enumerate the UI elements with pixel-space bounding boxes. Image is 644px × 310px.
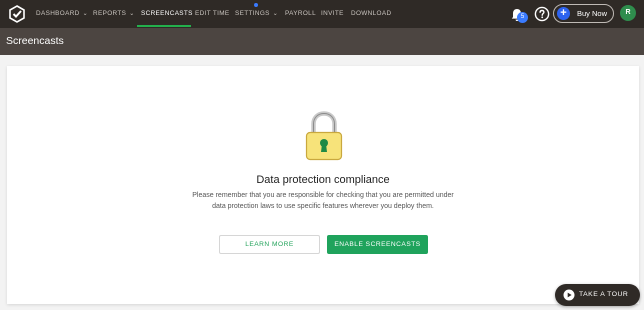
page-title: Screencasts: [6, 35, 64, 47]
nav-dashboard-label: DASHBOARD: [36, 10, 80, 17]
learn-more-button[interactable]: LEARN MORE: [219, 235, 320, 254]
chevron-down-icon: ⌄: [129, 11, 135, 17]
nav-settings-label: SETTINGS: [235, 10, 270, 17]
nav-settings[interactable]: SETTINGS ⌄: [235, 0, 278, 28]
chevron-down-icon: ⌄: [82, 11, 89, 17]
nav-invite[interactable]: INVITE: [321, 0, 344, 28]
plus-icon: +: [557, 7, 570, 20]
nav-edit-time-label: EDIT TIME: [195, 10, 230, 17]
nav-download[interactable]: DOWNLOAD: [351, 0, 391, 28]
help-icon[interactable]: [534, 6, 550, 22]
logo-icon[interactable]: [8, 5, 26, 23]
description-line: Please remember that you are responsible…: [192, 192, 454, 199]
nav-reports-label: REPORTS: [93, 10, 127, 17]
user-avatar[interactable]: R: [620, 5, 636, 21]
nav-reports[interactable]: REPORTS ⌄: [93, 0, 135, 28]
compliance-description: Please remember that you are responsible…: [7, 190, 639, 212]
nav-payroll-label: PAYROLL: [285, 10, 316, 17]
buy-now-label: Buy Now: [577, 9, 608, 18]
lock-icon: [305, 111, 343, 161]
play-icon: [563, 289, 575, 301]
take-a-tour-button[interactable]: TAKE A TOUR: [555, 284, 640, 306]
description-line: data protection laws to use specific fea…: [212, 203, 434, 210]
active-tab-indicator: [137, 25, 191, 27]
top-navigation-bar: DASHBOARD ⌄ REPORTS ⌄ SCREENCASTS EDIT TIM…: [0, 0, 644, 28]
compliance-heading: Data protection compliance: [256, 174, 390, 186]
nav-screencasts[interactable]: SCREENCASTS: [141, 0, 193, 28]
nav-invite-label: INVITE: [321, 10, 344, 17]
nav-payroll[interactable]: PAYROLL: [285, 0, 316, 28]
nav-download-label: DOWNLOAD: [351, 10, 392, 17]
take-a-tour-label: TAKE A TOUR: [579, 291, 629, 298]
chevron-down-icon: ⌄: [272, 11, 279, 17]
nav-edit-time[interactable]: EDIT TIME: [195, 0, 230, 28]
nav-dashboard[interactable]: DASHBOARD ⌄: [36, 0, 88, 28]
nav-screencasts-label: SCREENCASTS: [141, 10, 193, 17]
enable-screencasts-button[interactable]: ENABLE SCREENCASTS: [327, 235, 428, 254]
page-header: Screencasts: [0, 28, 644, 55]
notification-badge: 5: [517, 12, 528, 23]
buy-now-button[interactable]: + Buy Now: [553, 4, 614, 23]
